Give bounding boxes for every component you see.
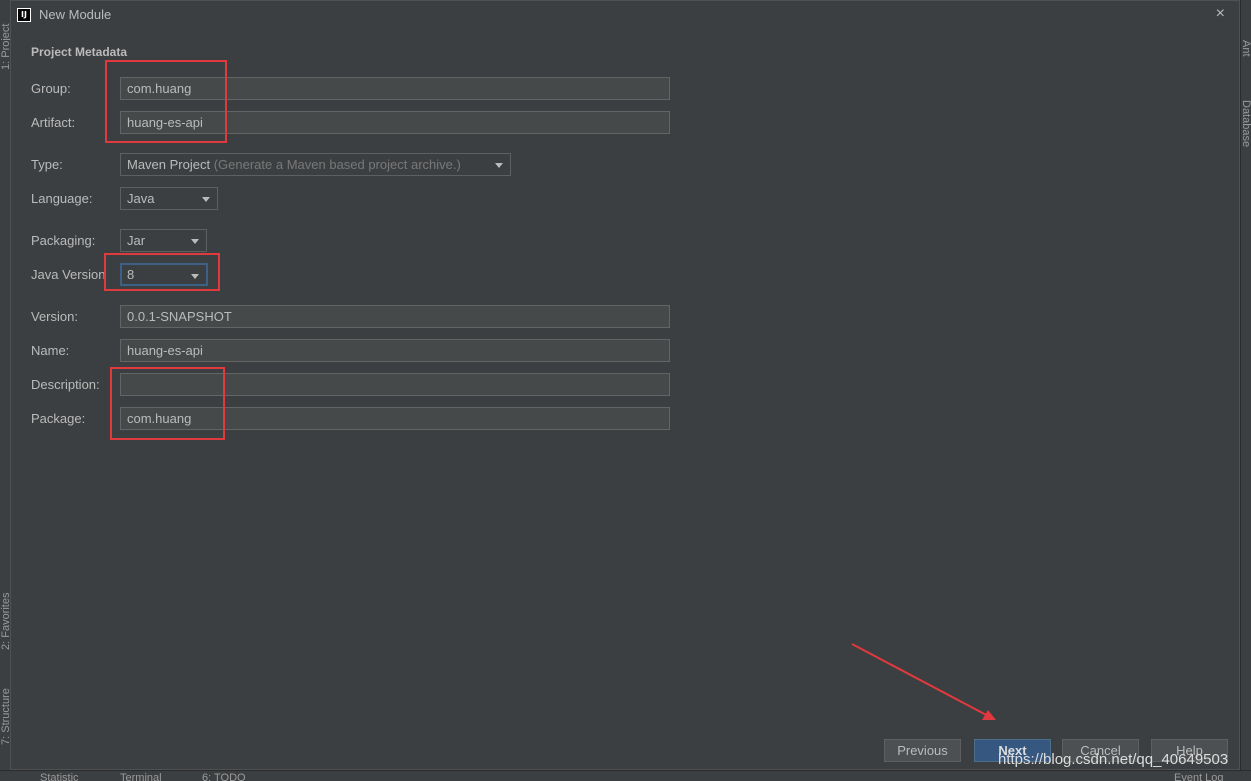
- annotation-arrow-head: [982, 710, 996, 720]
- annotation-arrow: [851, 643, 996, 720]
- watermark-url: https://blog.csdn.net/qq_40649503: [998, 751, 1229, 768]
- annotation-arrow-line: [851, 643, 993, 719]
